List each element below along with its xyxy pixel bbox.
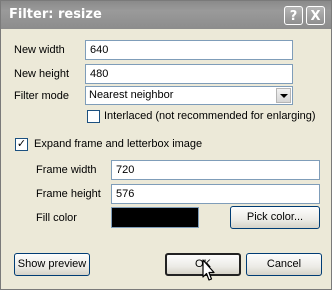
mouse-pointer-icon	[202, 259, 215, 281]
resize-dialog: Filter: resize ? X New width 640 New hei…	[0, 0, 332, 290]
dialog-title: Filter: resize	[9, 7, 102, 22]
check-mark-icon: ✓	[16, 138, 27, 150]
help-button[interactable]: ?	[284, 6, 303, 25]
frame-width-label: Frame width	[36, 164, 97, 176]
new-width-input[interactable]: 640	[85, 40, 293, 60]
title-bar[interactable]: Filter: resize ? X	[1, 1, 331, 29]
frame-height-input[interactable]: 576	[111, 184, 320, 204]
new-height-input[interactable]: 480	[85, 64, 293, 84]
filter-mode-select[interactable]: Nearest neighbor	[85, 86, 293, 105]
expand-frame-label: Expand frame and letterbox image	[34, 138, 203, 150]
fill-color-label: Fill color	[36, 212, 77, 224]
cancel-button[interactable]: Cancel	[246, 253, 322, 276]
filter-mode-value: Nearest neighbor	[89, 89, 174, 101]
filter-mode-label: Filter mode	[14, 90, 70, 102]
frame-width-input[interactable]: 720	[111, 160, 320, 180]
expand-frame-checkbox[interactable]: ✓	[15, 138, 28, 151]
new-height-label: New height	[14, 68, 70, 80]
pick-color-button[interactable]: Pick color...	[230, 206, 320, 229]
chevron-down-icon[interactable]	[276, 88, 291, 103]
close-button[interactable]: X	[306, 6, 325, 25]
fill-color-swatch	[111, 207, 199, 228]
interlaced-checkbox[interactable]	[87, 110, 100, 123]
frame-height-label: Frame height	[36, 188, 101, 200]
interlaced-label: Interlaced (not recommended for enlargin…	[104, 110, 316, 122]
show-preview-button[interactable]: Show preview	[14, 253, 90, 276]
new-width-label: New width	[14, 44, 65, 56]
